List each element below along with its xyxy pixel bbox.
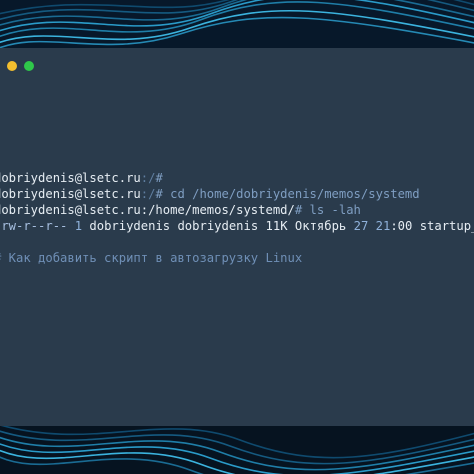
- terminal-line-3: dobriydenis@lsetc.ru:/home/memos/systemd…: [0, 202, 474, 218]
- file-day: 27: [353, 219, 369, 233]
- prompt-symbol: #: [155, 187, 163, 201]
- command-text: ls -lah: [302, 203, 361, 217]
- prompt-user: dobriydenis@lsetc.ru: [0, 203, 141, 217]
- minimize-window-dot[interactable]: [7, 61, 17, 71]
- file-links: 1: [74, 219, 83, 233]
- terminal-window[interactable]: dobriydenis@lsetc.ru:/# dobriydenis@lset…: [0, 48, 474, 426]
- terminal-line-1: dobriydenis@lsetc.ru:/#: [0, 170, 474, 186]
- terminal-line-2: dobriydenis@lsetc.ru:/# cd /home/dobriyd…: [0, 186, 474, 202]
- prompt-separator: :/: [140, 187, 156, 201]
- prompt-path: :/home/memos/systemd/: [140, 203, 295, 217]
- terminal-comment: # Как добавить скрипт в автозагрузку Lin…: [0, 251, 303, 265]
- file-group: dobriydenis: [177, 219, 259, 233]
- file-size: 11K: [265, 219, 288, 233]
- background-wave-top: [0, 0, 474, 48]
- terminal-output[interactable]: dobriydenis@lsetc.ru:/# dobriydenis@lset…: [0, 170, 474, 266]
- file-permissions: -rw-r--r--: [0, 219, 68, 233]
- file-month: Октябрь: [294, 219, 347, 233]
- prompt-separator: :/: [140, 171, 156, 185]
- file-hour: 21: [375, 219, 391, 233]
- file-minutes: :00: [390, 219, 413, 233]
- command-text: cd /home/dobriydenis/memos/systemd: [162, 187, 420, 201]
- terminal-line-4: -rw-r--r-- 1 dobriydenis dobriydenis 11K…: [0, 218, 474, 234]
- file-owner: dobriydenis: [89, 219, 171, 233]
- prompt-user: dobriydenis@lsetc.ru: [0, 187, 141, 201]
- background-wave-bottom: [0, 426, 474, 474]
- maximize-window-dot[interactable]: [24, 61, 34, 71]
- prompt-user: dobriydenis@lsetc.ru: [0, 171, 141, 185]
- file-name: startup_sh: [419, 219, 474, 233]
- prompt-symbol: #: [155, 171, 163, 185]
